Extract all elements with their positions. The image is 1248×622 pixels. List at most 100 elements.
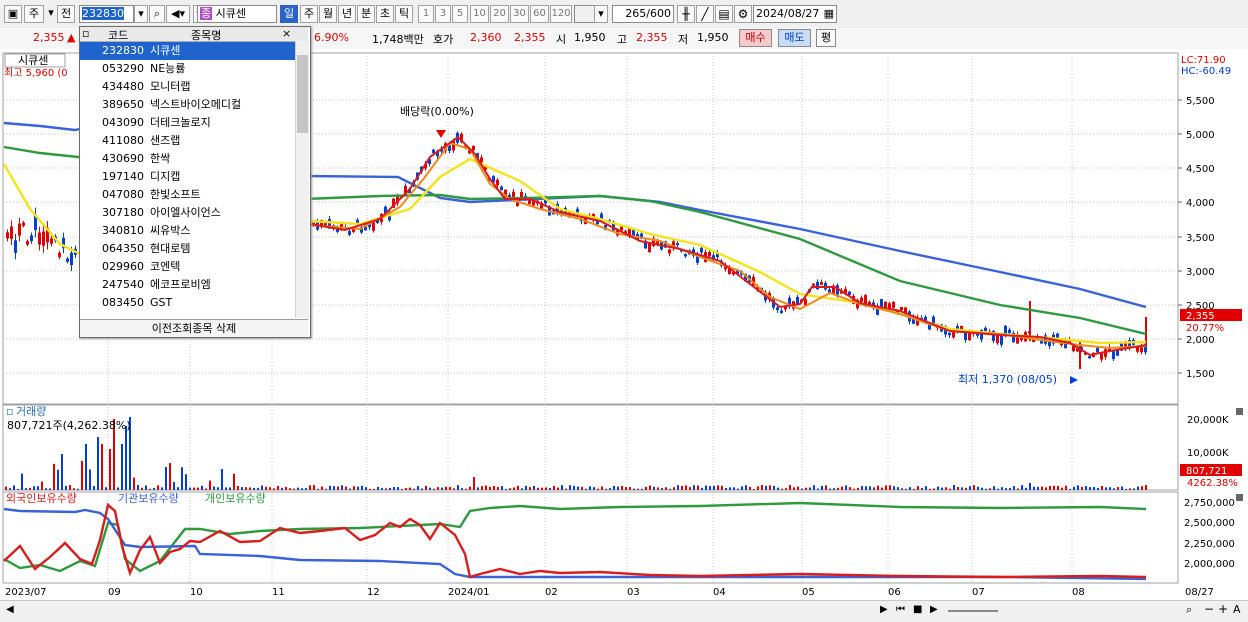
stock-dropdown[interactable]: ▫ 코드 종목명 × 232830 시큐센 053290 NE능률 434480 모니터랩… xyxy=(79,26,311,338)
play-icon[interactable]: ▶ xyxy=(930,604,938,615)
holding-panel-close-icon[interactable] xyxy=(1236,494,1243,501)
interval-5[interactable]: 5 xyxy=(452,5,468,23)
period-month-button[interactable]: 월 xyxy=(319,5,337,23)
count-input[interactable]: 265/600 xyxy=(612,5,674,23)
candle-body xyxy=(948,332,951,336)
period-tick-button[interactable]: 틱 xyxy=(395,5,413,23)
prev-button[interactable]: 전 xyxy=(57,5,75,23)
x-axis-label: 2024/01 xyxy=(448,587,490,598)
scroll-right-icon[interactable]: ▶ xyxy=(880,604,888,615)
volume-bar xyxy=(973,485,975,490)
save-icon[interactable]: ▤ xyxy=(715,5,733,23)
dropdown-scrollbar[interactable] xyxy=(295,41,309,318)
code-dropdown-button[interactable]: ▾ xyxy=(134,5,148,23)
period-year-button[interactable]: 년 xyxy=(338,5,356,23)
interval-30[interactable]: 30 xyxy=(510,5,529,23)
scroll-left-icon[interactable]: ◀ xyxy=(6,604,14,615)
volume-bar xyxy=(265,486,267,490)
volume-bar xyxy=(493,485,495,490)
candle-body xyxy=(14,240,17,253)
dropdown-item[interactable]: 411080 샌즈랩 xyxy=(80,132,295,150)
volume-bar xyxy=(245,487,247,490)
volume-bar xyxy=(1049,485,1051,490)
interval-1[interactable]: 1 xyxy=(418,5,434,23)
dropdown-item[interactable]: 197140 디지캡 xyxy=(80,168,295,186)
period-week-button[interactable]: 주 xyxy=(300,5,318,23)
zoom-out-icon[interactable]: − xyxy=(1204,602,1214,616)
dropdown-item[interactable]: 083450 GST xyxy=(80,294,295,312)
dropdown-item[interactable]: 029960 코엔텍 xyxy=(80,258,295,276)
col-name-header[interactable]: 종목명 xyxy=(191,27,221,43)
candle-icon[interactable]: ╫ xyxy=(677,5,695,23)
volume-bar xyxy=(985,488,987,490)
interval-120[interactable]: 120 xyxy=(550,5,572,23)
interval-30-label: 30 xyxy=(513,8,526,19)
text-size-icon[interactable]: A xyxy=(1233,603,1241,616)
stock-name-field[interactable]: 종 시큐센 xyxy=(197,5,277,23)
x-axis-label: 03 xyxy=(627,587,640,598)
period-day-button[interactable]: 일 xyxy=(280,5,298,23)
interval-3[interactable]: 3 xyxy=(435,5,451,23)
code-input[interactable]: 232830 xyxy=(79,5,134,23)
interval-60[interactable]: 60 xyxy=(530,5,549,23)
volume-bar xyxy=(81,461,83,490)
stock-badge: 종 xyxy=(200,7,213,20)
period-select[interactable]: 주 xyxy=(24,5,44,23)
draw-line-icon[interactable]: ╱ xyxy=(696,5,714,23)
volume-bar xyxy=(1113,488,1115,490)
chevron-down-icon[interactable]: ▾ xyxy=(594,5,608,23)
stop-icon[interactable]: ■ xyxy=(913,604,922,615)
price-tick-label: 5,000 xyxy=(1186,130,1215,141)
chevron-down-icon[interactable]: ▾ xyxy=(46,5,56,23)
volume-bar xyxy=(853,488,855,490)
dropdown-item[interactable]: 053290 NE능률 xyxy=(80,60,295,78)
dropdown-item[interactable]: 307180 아이엘사이언스 xyxy=(80,204,295,222)
volume-bar xyxy=(193,487,195,490)
dropdown-item[interactable]: 389650 넥스트바이오메디컬 xyxy=(80,96,295,114)
dropdown-item[interactable]: 064350 현대로템 xyxy=(80,240,295,258)
volume-bar xyxy=(601,486,603,490)
zoom-slider[interactable] xyxy=(948,610,998,612)
volume-bar xyxy=(421,488,423,490)
calendar-icon[interactable]: ▦ xyxy=(824,6,834,22)
candle-body xyxy=(668,249,671,254)
dropdown-item-name: 넥스트바이오메디컬 xyxy=(150,98,242,111)
date-input[interactable]: 2024/08/27 ▦ xyxy=(753,5,837,23)
search-icon[interactable]: ⌕ xyxy=(149,5,165,23)
period-second-button[interactable]: 초 xyxy=(376,5,394,23)
sound-icon[interactable]: ◀▾ xyxy=(166,5,190,23)
buy-button[interactable]: 매수 xyxy=(739,29,772,47)
volume-bar xyxy=(73,488,75,490)
dropdown-item[interactable]: 434480 모니터랩 xyxy=(80,78,295,96)
volume-bar xyxy=(525,485,527,490)
scrollbar-thumb[interactable] xyxy=(297,55,308,133)
volume-bar xyxy=(497,486,499,490)
dropdown-item[interactable]: 232830 시큐센 xyxy=(80,42,295,60)
volume-bar xyxy=(657,487,659,490)
volume-bar xyxy=(1001,487,1003,490)
volume-bar xyxy=(873,487,875,490)
dropdown-item[interactable]: 430690 한싹 xyxy=(80,150,295,168)
dropdown-item[interactable]: 043090 더테크놀로지 xyxy=(80,114,295,132)
dropdown-item[interactable]: 047080 한빛소프트 xyxy=(80,186,295,204)
gear-icon[interactable]: ⚙ xyxy=(734,5,752,23)
volume-panel-close-icon[interactable] xyxy=(1236,408,1243,415)
dropdown-item[interactable]: 247540 에코프로비엠 xyxy=(80,276,295,294)
candle-body xyxy=(848,291,851,295)
period-minute-button[interactable]: 분 xyxy=(357,5,375,23)
zoom-in-icon[interactable]: + xyxy=(1218,602,1228,616)
interval-10[interactable]: 10 xyxy=(470,5,489,23)
interval-20[interactable]: 20 xyxy=(490,5,509,23)
dropdown-item[interactable]: 340810 씨유박스 xyxy=(80,222,295,240)
window-icon[interactable]: ▣ xyxy=(4,5,22,23)
zoom-icon[interactable]: ⌕ xyxy=(1186,603,1192,617)
sell-button[interactable]: 매도 xyxy=(778,29,811,47)
col-code-header[interactable]: 코드 xyxy=(108,27,128,43)
clear-history-button[interactable]: 이전조회종목 삭제 xyxy=(80,319,308,337)
close-icon[interactable]: × xyxy=(282,27,291,40)
volume-bar xyxy=(1073,486,1075,490)
rewind-icon[interactable]: ⏮ xyxy=(896,604,905,615)
volume-bar xyxy=(453,488,455,490)
volume-bar xyxy=(197,487,199,490)
avg-button[interactable]: 평 xyxy=(816,29,836,47)
